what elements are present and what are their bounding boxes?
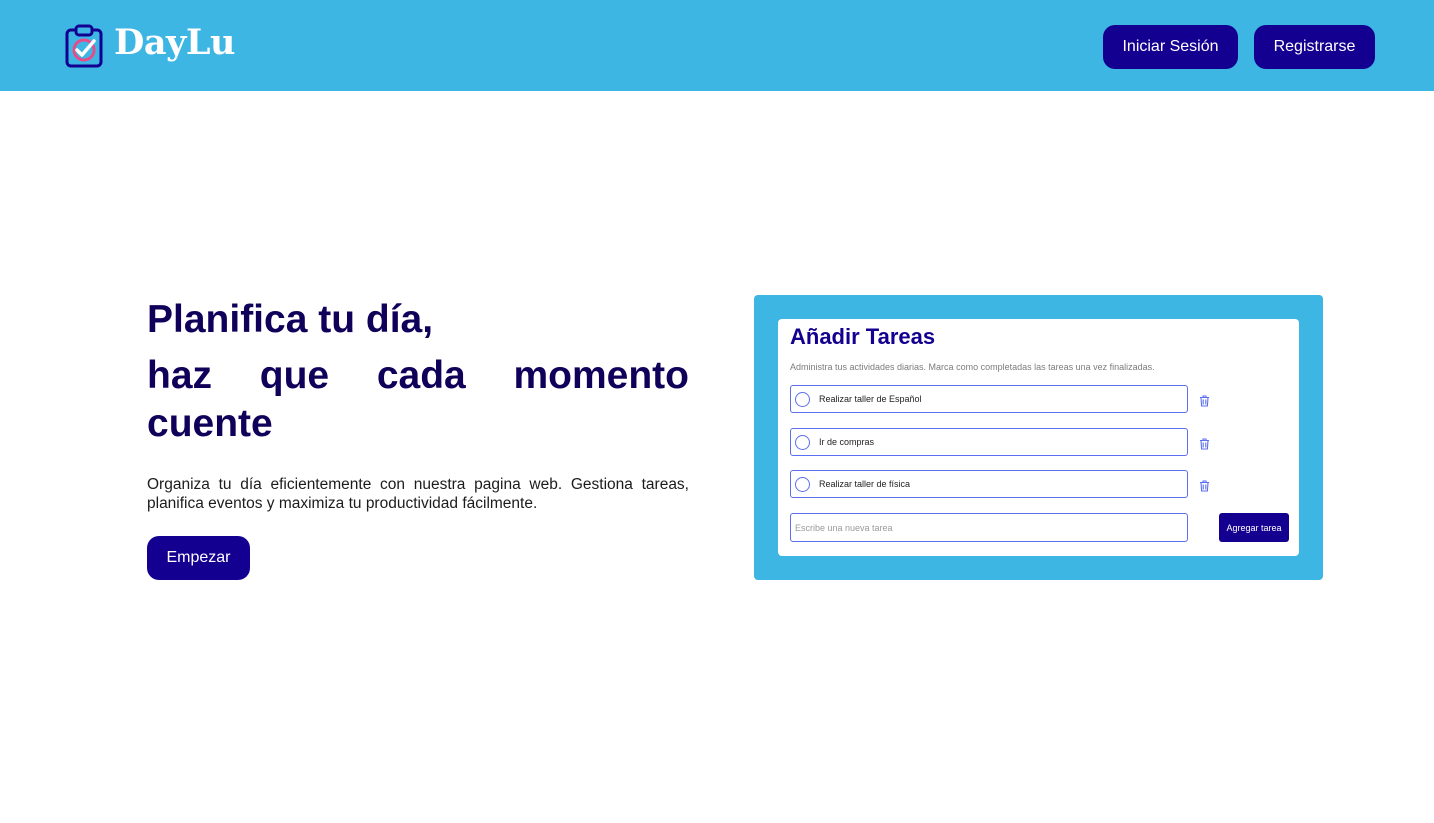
task-checkbox[interactable] xyxy=(795,434,810,450)
task-checkbox[interactable] xyxy=(795,476,810,492)
start-button[interactable]: Empezar xyxy=(147,536,250,580)
new-task-input[interactable] xyxy=(790,513,1188,542)
task-label: Ir de compras xyxy=(819,437,875,447)
preview-title: Añadir Tareas xyxy=(790,324,936,349)
trash-icon[interactable] xyxy=(1199,395,1210,407)
add-task-button[interactable]: Agregar tarea xyxy=(1219,513,1289,542)
register-button[interactable]: Registrarse xyxy=(1254,25,1375,69)
hero-description: Organiza tu día eficientemente con nuest… xyxy=(147,476,689,512)
task-label: Realizar taller de física xyxy=(819,479,911,489)
hero-title-line-2: haz que cada momento cuente xyxy=(147,354,689,445)
task-item[interactable]: Realizar taller de física xyxy=(790,470,1188,498)
top-navbar: DayLu Iniciar Sesión Registrarse xyxy=(0,0,1434,91)
hero-title-line-1: Planifica tu día, xyxy=(147,298,434,341)
app-preview-card: Añadir Tareas Administra tus actividades… xyxy=(778,319,1299,556)
login-button[interactable]: Iniciar Sesión xyxy=(1103,25,1238,69)
preview-subtitle: Administra tus actividades diarias. Marc… xyxy=(790,362,1155,372)
brand-name: DayLu xyxy=(114,21,235,63)
trash-icon[interactable] xyxy=(1199,480,1210,492)
task-item[interactable]: Ir de compras xyxy=(790,428,1188,456)
app-preview-frame: Añadir Tareas Administra tus actividades… xyxy=(754,295,1323,580)
brand-logo[interactable]: DayLu xyxy=(64,24,235,68)
task-checkbox[interactable] xyxy=(795,391,810,407)
trash-icon[interactable] xyxy=(1199,438,1210,450)
clipboard-check-icon xyxy=(65,24,103,68)
task-item[interactable]: Realizar taller de Español xyxy=(790,385,1188,413)
task-label: Realizar taller de Español xyxy=(819,394,922,404)
